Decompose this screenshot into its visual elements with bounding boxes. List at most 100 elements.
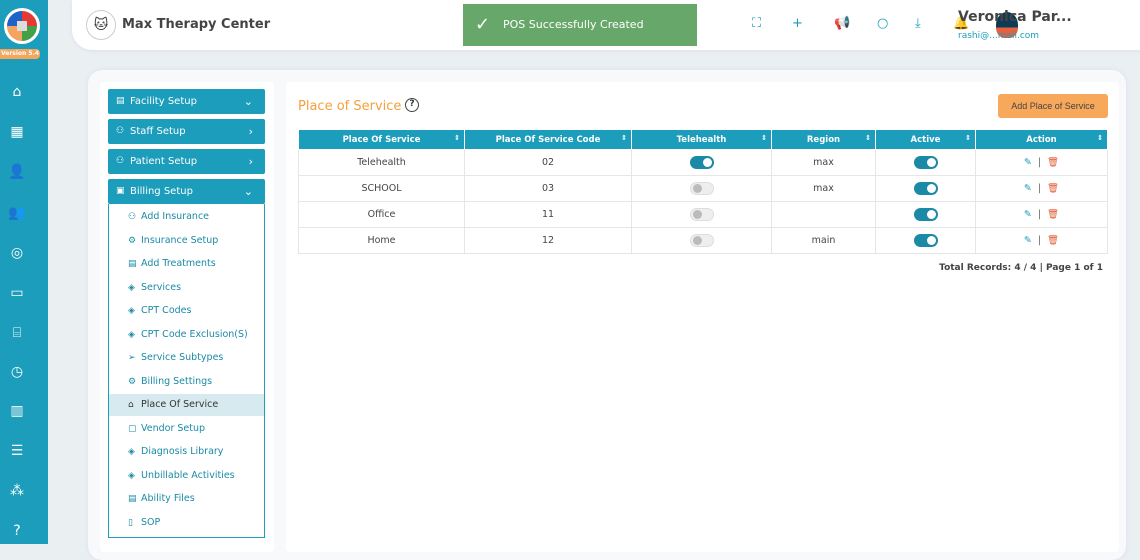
active-toggle[interactable] [913,156,938,169]
submenu-sop[interactable]: ▯ SOP [109,512,264,534]
col-header[interactable]: Active ⇕ [875,129,976,150]
active-toggle[interactable] [913,234,938,247]
submenu-label: Billing Settings [141,375,213,387]
telehealth-toggle[interactable] [689,234,714,247]
edit-icon[interactable]: ✎ [1024,157,1032,168]
sort-icon[interactable]: ⇕ [454,134,460,142]
help-icon[interactable]: ? [405,98,419,112]
trash-icon[interactable]: 🗑 [1047,157,1059,168]
clock-icon[interactable]: ◷ [8,363,26,381]
add-user-icon[interactable]: 👤 [8,163,26,181]
col-header[interactable]: Place Of Service ⇕ [298,129,465,150]
sort-icon[interactable]: ⇕ [761,134,767,142]
active-toggle[interactable] [913,182,938,195]
submenu-diagnosis-library[interactable]: ◈ Diagnosis Library [109,441,264,463]
submenu-add-treatments[interactable]: ▤ Add Treatments [109,253,264,275]
add-place-of-service-button[interactable]: Add Place of Service [998,94,1108,118]
fullscreen-icon[interactable]: ⛶ [752,16,761,31]
submenu-label: Unbillable Activities [141,469,235,481]
submenu-service-subtypes[interactable]: ➢ Service Subtypes [109,347,264,369]
submenu-label: Vendor Setup [141,422,206,434]
chevron-right-icon: › [248,155,253,168]
telehealth-toggle[interactable] [689,156,714,169]
cell-region: max [771,175,876,202]
table-row: Office 11 ✎ | 🗑 [298,201,1108,228]
submenu-label: Service Subtypes [141,352,224,363]
separator: | [1037,235,1042,246]
telehealth-toggle[interactable] [689,208,714,221]
menu-facility-setup[interactable]: ▤ Facility Setup ⌄ [108,89,265,114]
sort-icon[interactable]: ⇕ [865,134,871,142]
search-circle-icon[interactable]: ◎ [8,244,26,262]
network-icon[interactable]: ⁂ [8,482,26,500]
layers-icon: ◈ [128,470,135,481]
submenu-insurance-setup[interactable]: ⚙ Insurance Setup [109,230,264,252]
edit-icon[interactable]: ✎ [1024,209,1032,220]
submenu-cpt-codes[interactable]: ◈ CPT Codes [109,300,264,322]
cursor-icon: ➢ [128,353,136,363]
telehealth-toggle[interactable] [689,182,714,195]
gear-icon: ⚙ [128,376,137,387]
users-icon[interactable]: 👥 [8,204,26,222]
total-records: Total Records: 4 / 4 | Page 1 of 1 [939,263,1103,273]
sidebar: Version 5.4 ⌂ ▦ 👤 👥 ◎ ▭ ⌸ ◷ ▥ ☰ ⁂ ? [0,0,48,544]
chevron-right-icon: › [248,125,253,138]
cell-active [875,227,976,254]
active-toggle[interactable] [913,208,938,221]
edit-icon[interactable]: ✎ [1024,183,1032,194]
cell-telehealth [631,201,772,228]
submenu-label: Place Of Service [141,399,219,410]
sort-icon[interactable]: ⇕ [965,134,971,142]
edit-icon[interactable]: ✎ [1024,235,1032,246]
trash-icon[interactable]: 🗑 [1047,235,1059,246]
col-header[interactable]: Region ⇕ [771,129,876,150]
menu-staff-setup[interactable]: ⚇ Staff Setup › [108,119,265,144]
submenu-place-of-service[interactable]: ⌂ Place Of Service [109,394,264,416]
submenu-label: Add Treatments [141,258,216,269]
submenu-add-insurance[interactable]: ⚇ Add Insurance [109,206,264,228]
col-header[interactable]: Telehealth ⇕ [631,129,772,150]
col-header[interactable]: Place Of Service Code ⇕ [464,129,632,150]
col-label: Action [1026,134,1057,145]
submenu-cpt-exclusions[interactable]: ◈ CPT Code Exclusion(S) [109,324,264,346]
plus-icon[interactable]: + [792,16,803,31]
download-icon[interactable]: ⤓ [915,16,921,31]
col-header[interactable]: Action ⇕ [975,129,1108,150]
megaphone-icon[interactable]: 📢 [834,16,850,31]
menu-patient-setup[interactable]: ⚇ Patient Setup › [108,149,265,174]
submenu-unbillable-activities[interactable]: ◈ Unbillable Activities [109,465,264,487]
submenu-services[interactable]: ◈ Services [109,277,264,299]
cell-telehealth [631,175,772,202]
cell-name: Telehealth [298,149,465,176]
submenu-vendor-setup[interactable]: ▢ Vendor Setup [109,418,264,440]
gear-icon: ⚙ [128,235,137,246]
sort-icon[interactable]: ⇕ [1097,134,1103,142]
cell-code: 12 [464,227,632,254]
sort-icon[interactable]: ⇕ [621,134,627,142]
submenu-label: Add Insurance [141,211,210,222]
calendar-icon[interactable]: ▦ [8,123,26,141]
submenu-billing-settings[interactable]: ⚙ Billing Settings [109,371,264,393]
menu-icon[interactable]: ☰ [8,442,26,460]
trash-icon[interactable]: 🗑 [1047,183,1059,194]
card-icon[interactable]: ▭ [8,284,26,302]
menu-label: Staff Setup [130,126,186,137]
user-name[interactable]: Veronica Par... [958,9,1072,25]
document-icon: ▯ [128,517,133,528]
submenu-ability-files[interactable]: ▤ Ability Files [109,488,264,510]
chat-icon[interactable]: ○ [877,16,888,31]
submenu-label: SOP [141,516,161,528]
help-icon[interactable]: ? [8,522,26,540]
cell-active [875,175,976,202]
cell-action: ✎ | 🗑 [975,175,1108,202]
chart-icon[interactable]: ▥ [8,402,26,420]
cell-code: 11 [464,201,632,228]
menu-billing-setup[interactable]: ▣ Billing Setup ⌄ [108,179,265,204]
trash-icon[interactable]: 🗑 [1047,209,1059,220]
check-icon: ✓ [475,14,491,35]
home-icon[interactable]: ⌂ [8,83,26,101]
patient-icon: ⚇ [116,156,125,166]
chevron-down-icon: ⌄ [243,185,253,198]
bank-icon[interactable]: ⌸ [8,324,26,342]
user-icon: ⚇ [128,212,137,222]
